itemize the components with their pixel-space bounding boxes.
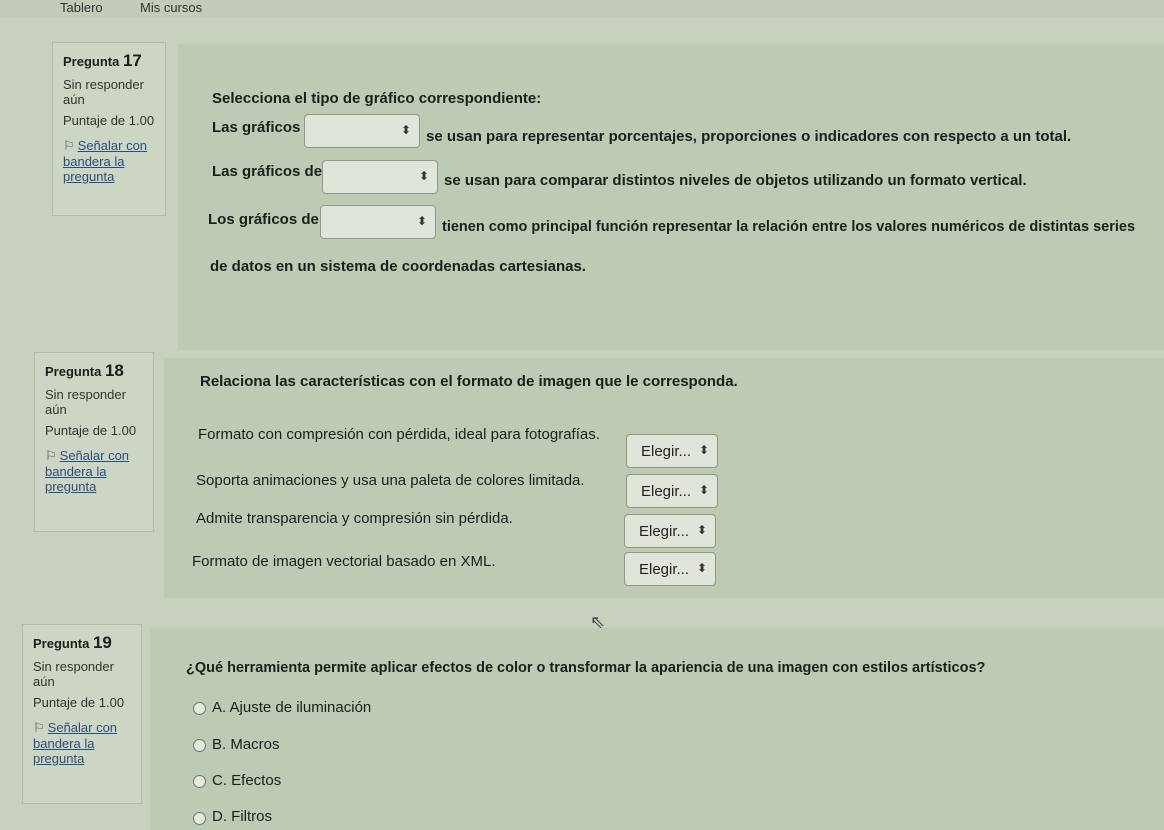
question-score: Puntaje de 1.00 xyxy=(63,113,155,128)
top-navigation: Tablero Mis cursos xyxy=(0,0,1164,18)
question-status: Sin responder aún xyxy=(45,387,126,417)
q17-row3-suffix: tienen como principal función representa… xyxy=(442,219,1136,235)
option-a-label[interactable]: A. Ajuste de iluminación xyxy=(212,699,371,716)
q18-item-4-select[interactable]: Elegir... ⬍ xyxy=(624,552,716,586)
flag-question-link[interactable]: ⚐ Señalar con bandera la pregunta xyxy=(45,448,143,494)
select-arrow-icon: ⬍ xyxy=(696,523,707,537)
q18-item-3-select[interactable]: Elegir... ⬍ xyxy=(624,514,716,548)
flag-icon: ⚐ xyxy=(63,138,75,153)
q17-row1-select[interactable]: ⬍ xyxy=(304,114,420,148)
option-b-radio[interactable] xyxy=(193,739,206,752)
flag-question-link[interactable]: ⚐ Señalar con bandera la pregunta xyxy=(33,720,131,766)
q18-item-2: Soporta animaciones y usa una paleta de … xyxy=(196,472,585,489)
question-19-title: Pregunta 19 xyxy=(33,633,112,652)
q17-row3-select[interactable]: ⬍ xyxy=(320,205,436,239)
q18-item-1-select[interactable]: Elegir... ⬍ xyxy=(626,434,718,468)
select-arrow-icon: ⬍ xyxy=(416,214,427,228)
q17-row2-suffix: se usan para comparar distintos niveles … xyxy=(444,172,1027,189)
q17-row2-select[interactable]: ⬍ xyxy=(322,160,438,194)
q17-row1-prefix: Las gráficos xyxy=(212,119,301,136)
select-arrow-icon: ⬍ xyxy=(698,483,709,497)
option-d-label[interactable]: D. Filtros xyxy=(212,808,272,825)
q17-row1-suffix: se usan para representar porcentajes, pr… xyxy=(426,128,1072,145)
select-arrow-icon: ⬍ xyxy=(698,443,709,457)
question-17-title: Pregunta 17 xyxy=(63,51,142,70)
question-18-info: Pregunta 18 Sin responder aún Puntaje de … xyxy=(34,352,154,532)
flag-question-link[interactable]: ⚐ Señalar con bandera la pregunta xyxy=(63,138,155,184)
q17-row3-prefix: Los gráficos de xyxy=(208,211,319,228)
question-18-instruction: Relaciona las características con el for… xyxy=(200,373,738,390)
flag-icon: ⚐ xyxy=(33,720,45,735)
question-19-content xyxy=(150,628,1164,830)
question-18-title: Pregunta 18 xyxy=(45,361,124,380)
flag-icon: ⚐ xyxy=(45,448,57,463)
q18-item-4: Formato de imagen vectorial basado en XM… xyxy=(192,553,496,570)
question-17-info: Pregunta 17 Sin responder aún Puntaje de … xyxy=(52,42,166,216)
option-c-radio[interactable] xyxy=(193,775,206,788)
question-17-instruction: Selecciona el tipo de gráfico correspond… xyxy=(212,90,542,107)
q17-row2-prefix: Las gráficos de xyxy=(212,163,323,180)
question-19-text: ¿Qué herramienta permite aplicar efectos… xyxy=(186,660,986,676)
option-d-radio[interactable] xyxy=(193,812,206,825)
option-b-label[interactable]: B. Macros xyxy=(212,736,280,753)
nav-my-courses-link[interactable]: Mis cursos xyxy=(140,0,202,15)
select-arrow-icon: ⬍ xyxy=(418,169,429,183)
question-score: Puntaje de 1.00 xyxy=(45,423,137,438)
q18-item-2-select[interactable]: Elegir... ⬍ xyxy=(626,474,718,508)
option-c-label[interactable]: C. Efectos xyxy=(212,772,281,789)
option-a-radio[interactable] xyxy=(193,702,206,715)
q17-row3-continuation: de datos en un sistema de coordenadas ca… xyxy=(210,258,586,275)
select-arrow-icon: ⬍ xyxy=(696,561,707,575)
question-status: Sin responder aún xyxy=(33,659,114,689)
question-19-info: Pregunta 19 Sin responder aún Puntaje de … xyxy=(22,624,142,804)
q18-item-1: Formato con compresión con pérdida, idea… xyxy=(198,426,600,443)
select-arrow-icon: ⬍ xyxy=(400,123,411,137)
question-score: Puntaje de 1.00 xyxy=(33,695,125,710)
q18-item-3: Admite transparencia y compresión sin pé… xyxy=(196,510,513,527)
question-status: Sin responder aún xyxy=(63,77,144,107)
nav-dashboard-link[interactable]: Tablero xyxy=(60,0,103,15)
